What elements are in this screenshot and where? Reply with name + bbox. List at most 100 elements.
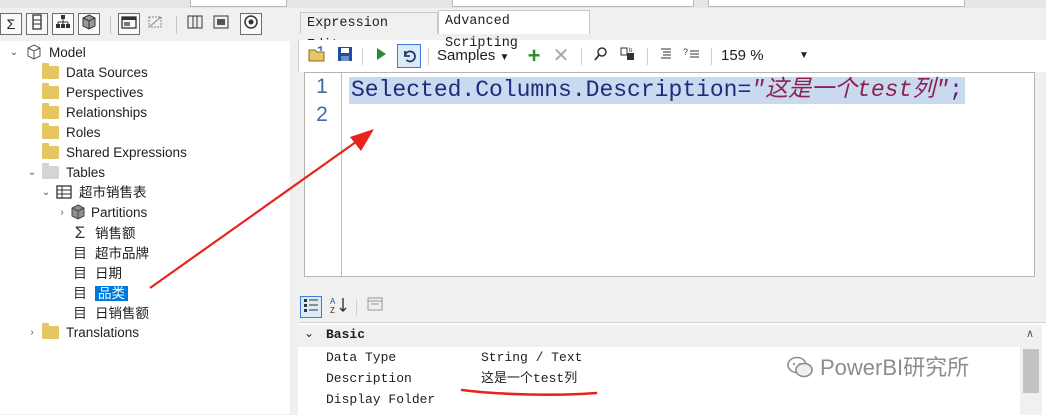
categorized-icon[interactable] bbox=[300, 296, 322, 318]
delete-icon[interactable]: ✕ bbox=[551, 46, 571, 66]
tree-node-perspectives[interactable]: Perspectives bbox=[42, 83, 143, 103]
tree-label: 超市销售表 bbox=[79, 185, 147, 200]
script-toolbar: Samples ▼ + ✕ b ? 159 % ▼ bbox=[298, 40, 1046, 72]
svg-text:A: A bbox=[330, 297, 336, 306]
run-icon[interactable] bbox=[371, 46, 391, 66]
chevron-down-icon[interactable]: ⌄ bbox=[8, 43, 20, 63]
tree-node-column-sales[interactable]: Σ 销售额 bbox=[72, 223, 136, 243]
tree-node-table[interactable]: ⌄ 超市销售表 bbox=[40, 183, 147, 203]
uncomment-icon[interactable]: ? bbox=[681, 46, 703, 66]
tree-node-translations[interactable]: › Translations bbox=[26, 323, 139, 343]
svg-text:Z: Z bbox=[330, 306, 335, 314]
chevron-right-icon[interactable]: › bbox=[56, 203, 68, 223]
tab-expression-editor[interactable]: Expression Editor bbox=[300, 12, 438, 53]
tree-node-partitions[interactable]: › Partitions bbox=[56, 203, 147, 223]
tree-label: 销售额 bbox=[95, 226, 136, 241]
filter-input[interactable] bbox=[708, 0, 965, 7]
translation-combo[interactable] bbox=[452, 0, 694, 7]
column-icon: 目 bbox=[73, 265, 87, 281]
tree-label: Perspectives bbox=[66, 85, 144, 100]
tree-label: Partitions bbox=[91, 205, 148, 220]
sort-alphabetical-icon[interactable]: AZ bbox=[328, 296, 350, 318]
display-icon[interactable] bbox=[210, 13, 232, 35]
folder-icon bbox=[42, 83, 59, 99]
tree-node-tables[interactable]: ⌄ Tables bbox=[26, 163, 105, 183]
tree-node-shared-expressions[interactable]: Shared Expressions bbox=[42, 143, 187, 163]
tree-label: Roles bbox=[66, 125, 101, 140]
tree-node-column-brand[interactable]: 目超市品牌 bbox=[72, 243, 149, 263]
chevron-down-icon[interactable]: ⌄ bbox=[304, 326, 314, 340]
folder-icon bbox=[42, 143, 59, 159]
find-icon[interactable] bbox=[591, 46, 611, 66]
cube-icon[interactable] bbox=[78, 13, 100, 35]
chevron-down-icon[interactable]: ⌄ bbox=[26, 163, 38, 183]
hierarchy-icon[interactable] bbox=[52, 13, 74, 35]
property-name: Description bbox=[326, 371, 412, 386]
sigma-icon: Σ bbox=[74, 223, 86, 242]
tree-node-relationships[interactable]: Relationships bbox=[42, 103, 147, 123]
folder-open-icon bbox=[42, 163, 59, 179]
scrollbar-thumb[interactable] bbox=[1023, 349, 1039, 393]
column-icon: 目 bbox=[73, 285, 87, 301]
undo-icon[interactable] bbox=[397, 44, 421, 68]
column-icon: 目 bbox=[73, 245, 87, 261]
comment-icon[interactable] bbox=[655, 46, 675, 66]
format-icon[interactable] bbox=[240, 13, 262, 35]
perspective-combo[interactable] bbox=[190, 0, 287, 7]
tree-label: Relationships bbox=[66, 105, 148, 120]
open-icon[interactable] bbox=[307, 45, 327, 66]
tab-advanced-scripting[interactable]: Advanced Scripting bbox=[438, 10, 590, 51]
tree-label: 日期 bbox=[95, 266, 122, 281]
partition-cube-icon bbox=[71, 204, 85, 220]
line-number: 2 bbox=[316, 103, 328, 126]
add-icon[interactable]: + bbox=[524, 45, 544, 67]
code-line[interactable]: Selected.Columns.Description="这是一个test列"… bbox=[349, 77, 965, 104]
tree-node-column-date[interactable]: 目日期 bbox=[72, 263, 122, 283]
tree-label-selected: 品类 bbox=[95, 286, 128, 301]
folder-icon bbox=[42, 103, 59, 119]
object-tree: ⌄ Model Data Sources Perspectives Relati… bbox=[0, 41, 290, 414]
sigma-icon[interactable]: Σ bbox=[0, 13, 22, 35]
zoom-dropdown[interactable]: 159 % ▼ bbox=[721, 46, 821, 66]
window-icon[interactable] bbox=[118, 13, 140, 35]
tree-label: Translations bbox=[66, 325, 140, 340]
column-icon[interactable] bbox=[26, 13, 48, 35]
script-editor[interactable]: 1 2 Selected.Columns.Description="这是一个te… bbox=[304, 72, 1035, 277]
property-value: String / Text bbox=[481, 350, 583, 365]
property-toolbar: AZ bbox=[298, 293, 1046, 321]
chevron-right-icon[interactable]: › bbox=[26, 323, 38, 343]
top-combo-strip bbox=[0, 0, 1046, 8]
category-label: Basic bbox=[326, 327, 366, 342]
cube-icon bbox=[27, 44, 41, 60]
save-icon[interactable] bbox=[335, 46, 355, 66]
tree-label: Shared Expressions bbox=[66, 145, 187, 160]
folder-icon bbox=[42, 323, 59, 339]
hidden-icon[interactable] bbox=[144, 13, 166, 35]
replace-icon[interactable]: b bbox=[617, 46, 639, 66]
tree-node-data-sources[interactable]: Data Sources bbox=[42, 63, 148, 83]
tree-label: 日销售额 bbox=[95, 306, 149, 321]
tree-label: 超市品牌 bbox=[95, 246, 149, 261]
columns-icon[interactable] bbox=[184, 13, 206, 35]
code-string-literal: "这是一个test列" bbox=[751, 77, 950, 103]
tree-node-roles[interactable]: Roles bbox=[42, 123, 101, 143]
svg-text:?: ? bbox=[683, 47, 688, 57]
property-pages-icon[interactable] bbox=[364, 296, 386, 318]
watermark: PowerBI研究所 bbox=[786, 353, 969, 383]
property-name: Data Type bbox=[326, 350, 397, 365]
tree-label: Tables bbox=[66, 165, 106, 180]
chevron-down-icon[interactable]: ⌄ bbox=[40, 183, 52, 203]
category-basic[interactable]: ⌄ Basic bbox=[298, 325, 1020, 347]
tree-label: Data Sources bbox=[66, 65, 148, 80]
line-number: 1 bbox=[316, 75, 328, 98]
folder-icon bbox=[42, 63, 59, 79]
tree-node-column-category[interactable]: 目品类 bbox=[72, 283, 128, 303]
tree-node-model[interactable]: ⌄ Model bbox=[8, 43, 86, 63]
tree-node-column-daily-sales[interactable]: 目日销售额 bbox=[72, 303, 149, 323]
wechat-icon bbox=[787, 356, 813, 378]
vertical-scrollbar[interactable]: ∧ bbox=[1020, 325, 1042, 415]
scroll-up-icon[interactable]: ∧ bbox=[1026, 327, 1034, 340]
caret-down-icon: ▼ bbox=[799, 50, 809, 61]
property-value[interactable]: 这是一个test列 bbox=[481, 368, 577, 389]
property-row-display-folder[interactable]: Display Folder bbox=[298, 389, 1020, 410]
